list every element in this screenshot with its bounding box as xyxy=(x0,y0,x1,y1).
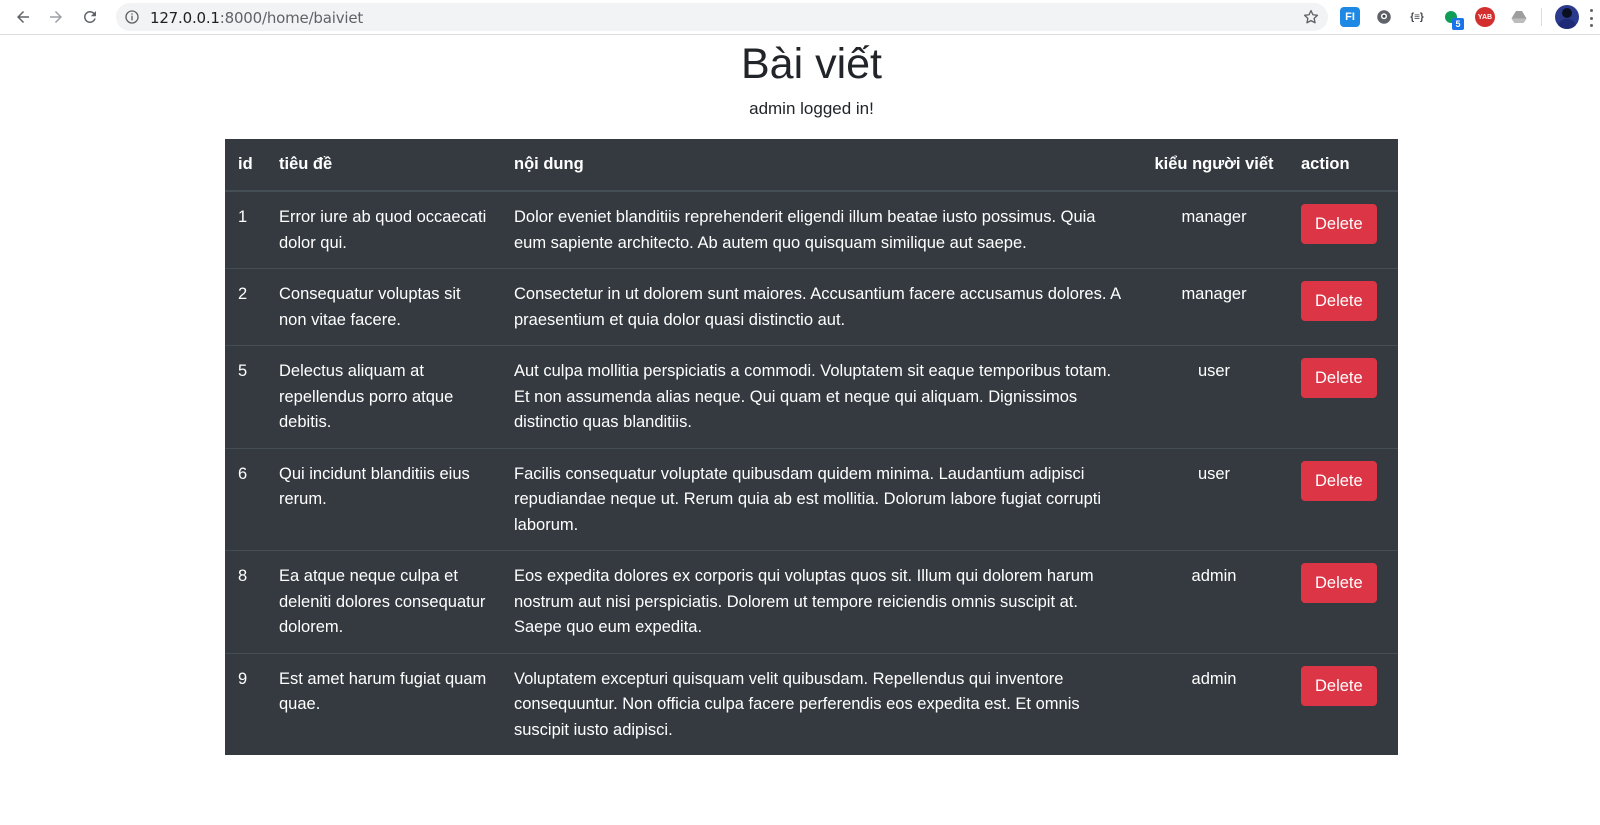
extension-badge: 5 xyxy=(1452,18,1464,30)
cell-action: Delete xyxy=(1288,652,1398,755)
drive-extension-icon[interactable] xyxy=(1509,7,1529,27)
cell-content: Dolor eveniet blanditiis reprehenderit e… xyxy=(514,208,1096,252)
fi-extension-icon[interactable]: FI xyxy=(1340,7,1360,27)
cell-action: Delete xyxy=(1288,268,1398,346)
forward-button[interactable] xyxy=(43,4,69,30)
fi-extension-label: FI xyxy=(1345,11,1355,23)
back-button[interactable] xyxy=(10,4,36,30)
table-row: 5 Delectus aliquam at repellendus porro … xyxy=(225,345,1398,448)
login-status: admin logged in! xyxy=(749,99,874,118)
delete-button[interactable]: Delete xyxy=(1301,204,1377,244)
cell-content: Voluptatem excepturi quisquam velit quib… xyxy=(501,652,1140,755)
cell-id: 1 xyxy=(238,208,248,226)
cell-id: 9 xyxy=(225,652,266,755)
header-author-type: kiểu người viết xyxy=(1140,139,1288,192)
cell-id: 5 xyxy=(225,345,266,448)
delete-button[interactable]: Delete xyxy=(1301,665,1377,706)
delete-button[interactable]: Delete xyxy=(1301,563,1377,603)
cell-title: Error iure ab quod occaecati dolor qui. xyxy=(279,208,487,252)
cell-id: 8 xyxy=(225,550,266,653)
bookmark-star-icon[interactable] xyxy=(1302,8,1320,26)
table-row: 1 Error iure ab quod occaecati dolor qui… xyxy=(225,191,1398,269)
cell-title: Ea atque neque culpa et deleniti dolores… xyxy=(266,550,501,653)
cell-title: Consequatur voluptas sit non vitae facer… xyxy=(266,268,501,346)
table-row: 8 Ea atque neque culpa et deleniti dolor… xyxy=(225,550,1398,653)
cell-title: Qui incidunt blanditiis eius rerum. xyxy=(266,447,501,551)
table-row: 2 Consequatur voluptas sit non vitae fac… xyxy=(225,268,1398,346)
url-host: 127.0.0.1 xyxy=(150,9,220,27)
site-info-icon[interactable] xyxy=(124,9,140,25)
header-content: nội dung xyxy=(501,139,1140,192)
cell-author-type: user xyxy=(1140,447,1288,551)
delete-button[interactable]: Delete xyxy=(1301,281,1377,321)
cell-action: Delete xyxy=(1288,345,1398,448)
yab-extension-label: YAB xyxy=(1477,13,1493,21)
cell-action: Delete xyxy=(1288,550,1398,653)
cell-title: Est amet harum fugiat quam quae. xyxy=(266,652,501,755)
browser-menu-icon[interactable] xyxy=(1590,9,1594,27)
table-row: 9 Est amet harum fugiat quam quae. Volup… xyxy=(225,652,1398,755)
cell-author-type: user xyxy=(1140,345,1288,448)
cell-author-type: admin xyxy=(1140,550,1288,653)
green-extension-icon[interactable]: 5 xyxy=(1441,7,1464,30)
json-extension-label: {≡} xyxy=(1410,11,1424,23)
yab-extension-icon[interactable]: YAB xyxy=(1475,7,1495,27)
cell-id: 6 xyxy=(225,447,266,551)
posts-table-container: id tiêu đề nội dung kiểu người viết acti… xyxy=(225,139,1398,755)
page-title: Bài viết xyxy=(740,40,882,88)
reload-icon xyxy=(83,10,96,23)
profile-avatar[interactable] xyxy=(1555,5,1579,29)
header-id: id xyxy=(225,139,266,192)
delete-button[interactable]: Delete xyxy=(1301,460,1377,501)
posts-table: id tiêu đề nội dung kiểu người viết acti… xyxy=(225,139,1398,755)
cell-author-type: admin xyxy=(1140,652,1288,755)
cell-author-type: manager xyxy=(1140,268,1288,346)
cell-content: Facilis consequatur voluptate quibusdam … xyxy=(501,447,1140,551)
cell-content: Aut culpa mollitia perspiciatis a commod… xyxy=(501,345,1140,448)
url-path: :8000/home/baiviet xyxy=(219,9,364,27)
address-bar[interactable]: 127.0.0.1:8000/home/baiviet xyxy=(116,3,1328,31)
cell-action: Delete xyxy=(1288,191,1398,269)
header-row: id tiêu đề nội dung kiểu người viết acti… xyxy=(225,139,1398,192)
cell-content: Consectetur in ut dolorem sunt maiores. … xyxy=(501,268,1140,346)
table-header: id tiêu đề nội dung kiểu người viết acti… xyxy=(225,139,1398,192)
delete-button[interactable]: Delete xyxy=(1301,358,1377,398)
arrow-right-icon xyxy=(50,11,62,23)
reload-button[interactable] xyxy=(77,4,103,30)
json-extension-icon[interactable]: {≡} xyxy=(1407,7,1427,27)
cell-action: Delete xyxy=(1288,447,1398,551)
cell-id: 2 xyxy=(225,268,266,346)
cell-author-type: manager xyxy=(1181,208,1247,226)
table-body: 1 Error iure ab quod occaecati dolor qui… xyxy=(225,191,1398,755)
header-action: action xyxy=(1288,139,1398,192)
cell-content: Eos expedita dolores ex corporis qui vol… xyxy=(501,550,1140,653)
header-title: tiêu đề xyxy=(266,139,501,192)
privacy-extension-icon[interactable] xyxy=(1374,7,1394,27)
arrow-left-icon xyxy=(17,11,29,23)
table-row: 6 Qui incidunt blanditiis eius rerum. Fa… xyxy=(225,447,1398,551)
toolbar-separator xyxy=(1541,8,1542,26)
cell-title: Delectus aliquam at repellendus porro at… xyxy=(266,345,501,448)
url-text: 127.0.0.1:8000/home/baiviet xyxy=(150,9,363,27)
browser-toolbar: 127.0.0.1:8000/home/baiviet FI {≡} 5 YAB xyxy=(0,0,1600,35)
